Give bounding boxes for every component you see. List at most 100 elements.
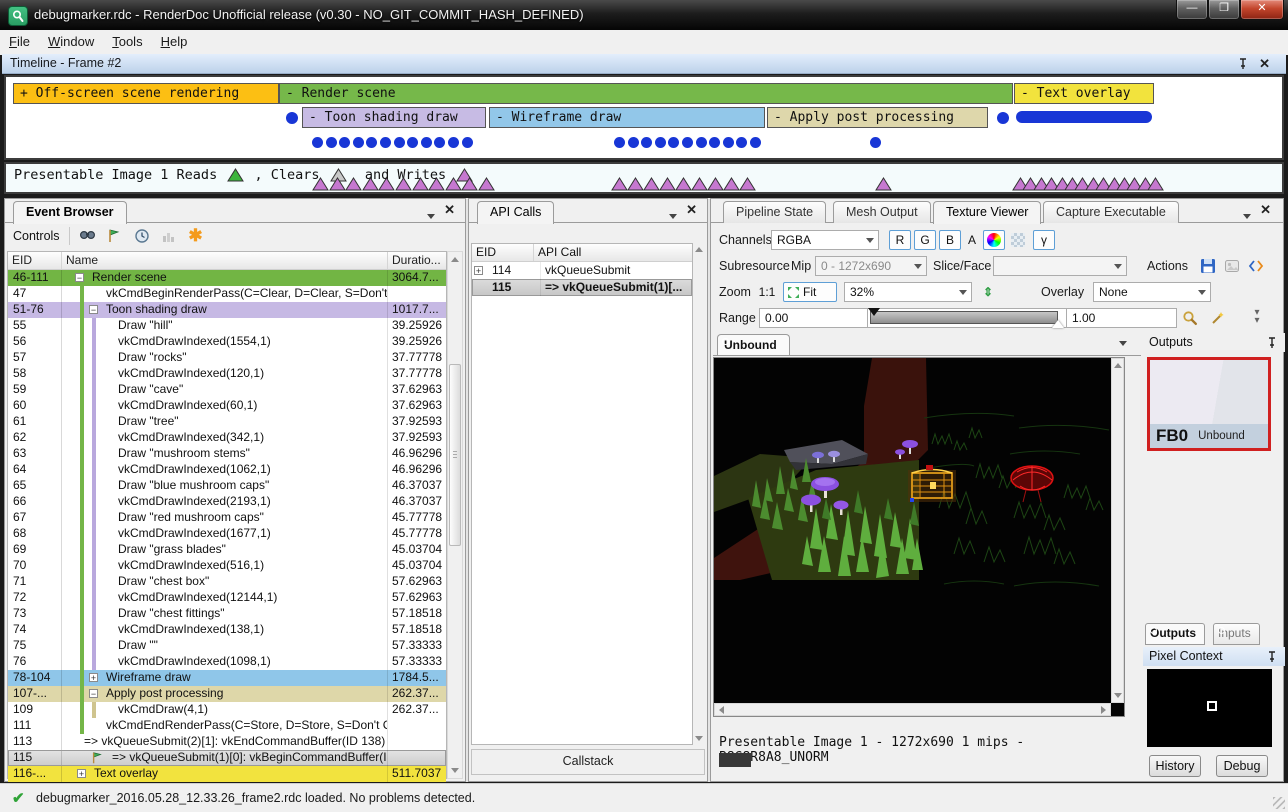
timeline-draw-dot[interactable] [421, 137, 432, 148]
event-row[interactable]: 64vkCmdDrawIndexed(1062,1)46.96296 [8, 462, 446, 478]
range-more-icon[interactable]: ▾▾ [1251, 309, 1263, 325]
timeline-draw-dot[interactable] [750, 137, 761, 148]
history-button[interactable]: History [1149, 755, 1201, 777]
channel-blue-toggle[interactable]: B [939, 230, 961, 250]
output-fb0-thumbnail[interactable]: FB0 Unbound [1147, 357, 1271, 451]
write-marker-triangle[interactable] [691, 177, 708, 191]
event-browser-header[interactable]: EID Name Duratio... [8, 252, 446, 270]
event-row[interactable]: 58vkCmdDrawIndexed(120,1)37.77778 [8, 366, 446, 382]
jump-to-event-icon[interactable] [106, 227, 124, 245]
event-row[interactable]: 46-111−Render scene3064.7... [8, 270, 446, 286]
write-marker-triangle[interactable] [345, 177, 362, 191]
event-browser-scrollbar[interactable] [447, 251, 463, 779]
timeline-draw-dot[interactable] [997, 112, 1009, 124]
debug-button[interactable]: Debug [1216, 755, 1268, 777]
write-marker-triangle[interactable] [395, 177, 412, 191]
timeline-draw-dot[interactable] [353, 137, 364, 148]
write-marker-triangle[interactable] [445, 177, 462, 191]
tab-inputs[interactable]: Inputs [1213, 623, 1260, 645]
write-marker-triangle[interactable] [611, 177, 628, 191]
timeline-draw-dot[interactable] [462, 137, 473, 148]
timeline-draw-dot[interactable] [870, 137, 881, 148]
zoom-fit-button[interactable]: Fit [783, 282, 837, 302]
tab-pipeline-state[interactable]: Pipeline State [723, 201, 826, 223]
slice-face-select[interactable] [993, 256, 1127, 276]
timeline-event-bar[interactable] [1016, 111, 1152, 123]
range-white-point-handle[interactable] [1052, 320, 1064, 328]
event-row[interactable]: 116-...+Text overlay511.7037 [8, 766, 446, 782]
time-durations-icon[interactable] [133, 227, 151, 245]
timeline-draw-dot[interactable] [380, 137, 391, 148]
write-marker-triangle[interactable] [643, 177, 660, 191]
menu-window[interactable]: Window [39, 30, 103, 53]
event-row[interactable]: 62vkCmdDrawIndexed(342,1)37.92593 [8, 430, 446, 446]
zoom-1-1-button[interactable]: 1:1 [755, 282, 779, 302]
texture-list-caret-icon[interactable] [1119, 341, 1127, 346]
timeline-draw-dot[interactable] [286, 112, 298, 124]
write-marker-triangle[interactable] [378, 177, 395, 191]
pin-icon[interactable] [1267, 651, 1277, 663]
event-row[interactable]: 51-76−Toon shading draw1017.7... [8, 302, 446, 318]
range-max-input[interactable]: 1.00 [1067, 308, 1177, 328]
menu-file[interactable]: File [0, 30, 39, 53]
column-duration[interactable]: Duratio... [388, 252, 446, 269]
zoom-level-select[interactable]: 32% [844, 282, 972, 302]
tab-texture-viewer[interactable]: Texture Viewer [933, 201, 1041, 224]
menu-tools[interactable]: Tools [103, 30, 151, 53]
viewport-hscroll[interactable] [714, 703, 1111, 716]
api-call-row[interactable]: +114vkQueueSubmit [472, 262, 692, 279]
timeline-draw-dot[interactable] [696, 137, 707, 148]
write-marker-triangle[interactable] [362, 177, 379, 191]
range-min-input[interactable]: 0.00 [759, 308, 867, 328]
color-wheel-toggle[interactable] [983, 230, 1005, 250]
event-row[interactable]: 113=> vkQueueSubmit(2)[1]: vkEndCommandB… [8, 734, 446, 750]
pixel-context-canvas[interactable] [1147, 669, 1272, 747]
event-row[interactable]: 56vkCmdDrawIndexed(1554,1)39.25926 [8, 334, 446, 350]
expand-icon[interactable]: + [474, 266, 483, 275]
column-api-call[interactable]: API Call [534, 244, 692, 261]
event-row[interactable]: 61Draw "tree"37.92593 [8, 414, 446, 430]
timeline-draw-dot[interactable] [407, 137, 418, 148]
event-row[interactable]: 73Draw "chest fittings"57.18518 [8, 606, 446, 622]
event-row[interactable]: 75Draw ""57.33333 [8, 638, 446, 654]
minimize-button[interactable]: — [1176, 0, 1208, 20]
event-row[interactable]: 67Draw "red mushroom caps"45.77778 [8, 510, 446, 526]
dock-menu-icon[interactable] [1243, 208, 1251, 222]
write-marker-triangle[interactable] [739, 177, 756, 191]
gamma-toggle[interactable]: γ [1033, 230, 1055, 250]
overlay-select[interactable]: None [1093, 282, 1211, 302]
column-eid[interactable]: EID [472, 244, 534, 261]
timeline-close-icon[interactable]: ✕ [1259, 56, 1270, 72]
event-row[interactable]: 78-104+Wireframe draw1784.5... [8, 670, 446, 686]
event-browser-table[interactable]: EID Name Duratio... 46-111−Render scene3… [7, 251, 447, 779]
collapse-icon[interactable]: − [89, 305, 98, 314]
write-marker-triangle[interactable] [627, 177, 644, 191]
find-icon[interactable] [79, 227, 97, 245]
write-marker-triangle[interactable] [723, 177, 740, 191]
timeline-draw-dot[interactable] [614, 137, 625, 148]
event-row[interactable]: 63Draw "mushroom stems"46.96296 [8, 446, 446, 462]
write-marker-triangle[interactable] [428, 177, 445, 191]
write-marker-triangle[interactable] [329, 177, 346, 191]
zoom-range-icon[interactable] [1179, 308, 1201, 328]
event-row[interactable]: 59Draw "cave"37.62963 [8, 382, 446, 398]
write-marker-triangle[interactable] [312, 177, 329, 191]
tab-outputs[interactable]: Outputs [1145, 623, 1205, 645]
timeline-draw-dot[interactable] [366, 137, 377, 148]
menu-help[interactable]: Help [152, 30, 197, 53]
event-row[interactable]: 47vkCmdBeginRenderPass(C=Clear, D=Clear,… [8, 286, 446, 302]
event-row[interactable]: 71Draw "chest box"57.62963 [8, 574, 446, 590]
event-row[interactable]: 57Draw "rocks"37.77778 [8, 350, 446, 366]
timeline-draw-dot[interactable] [655, 137, 666, 148]
maximize-button[interactable]: ❐ [1208, 0, 1240, 20]
timeline-marker[interactable]: - Text overlay [1014, 83, 1154, 104]
timeline-draw-dot[interactable] [682, 137, 693, 148]
event-row[interactable]: 107-...−Apply post processing262.37... [8, 686, 446, 702]
tab-mesh-output[interactable]: Mesh Output [833, 201, 931, 223]
range-slider[interactable] [867, 308, 1067, 328]
timeline-draw-dot[interactable] [434, 137, 445, 148]
write-marker-triangle[interactable] [675, 177, 692, 191]
event-row[interactable]: 72vkCmdDrawIndexed(12144,1)57.62963 [8, 590, 446, 606]
event-row[interactable]: 60vkCmdDrawIndexed(60,1)37.62963 [8, 398, 446, 414]
channel-alpha-toggle[interactable]: A [964, 230, 980, 250]
